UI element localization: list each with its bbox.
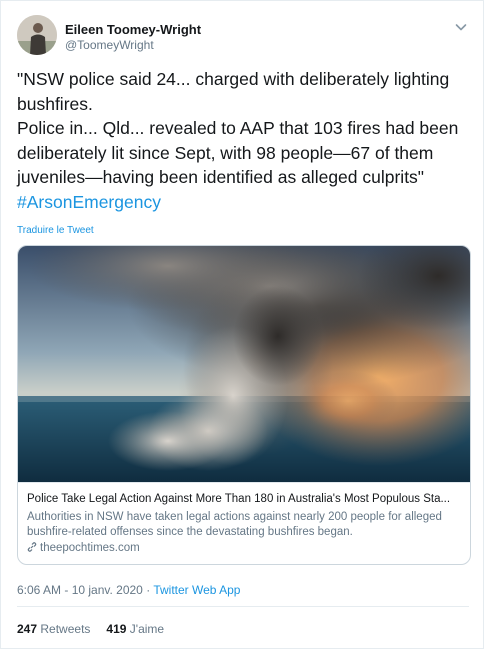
likes-label: J'aime (129, 622, 165, 636)
tweet-text: "NSW police said 24... charged with deli… (17, 67, 475, 214)
card-domain-text[interactable]: theepochtimes.com (40, 542, 140, 554)
link-preview-card[interactable]: Police Take Legal Action Against More Th… (17, 245, 471, 565)
source-app-link[interactable]: Twitter Web App (153, 583, 240, 597)
tweet-text-line: deliberately lit since Sept, with 98 peo… (17, 142, 434, 163)
bushfire-smoke-image[interactable] (18, 246, 470, 482)
author-handle[interactable]: @ToomeyWright (65, 38, 154, 52)
avatar[interactable] (17, 15, 57, 55)
tweet-timestamp: 6:06 AM - 10 janv. 2020 · Twitter Web Ap… (17, 583, 240, 597)
author-name[interactable]: Eileen Toomey-Wright (65, 22, 201, 37)
tweet-text-line: "NSW police said 24... charged with deli… (17, 69, 450, 89)
divider (17, 606, 469, 607)
retweets-stat[interactable]: 247 Retweets (17, 622, 90, 636)
link-icon (27, 542, 37, 552)
chevron-down-icon[interactable] (453, 19, 469, 35)
tweet-card: Eileen Toomey-Wright @ToomeyWright "NSW … (0, 0, 484, 649)
hashtag-link[interactable]: #ArsonEmergency (17, 192, 161, 212)
card-domain[interactable]: theepochtimes.com (27, 542, 140, 554)
retweets-count: 247 (17, 622, 38, 636)
card-description: Authorities in NSW have taken legal acti… (27, 511, 442, 538)
engagement-stats: 247 Retweets 419 J'aime (17, 622, 180, 636)
card-body[interactable]: Police Take Legal Action Against More Th… (18, 482, 470, 554)
timestamp-text[interactable]: 6:06 AM - 10 janv. 2020 · (17, 583, 153, 597)
tweet-text-line: Police in... Qld... revealed to AAP that… (17, 118, 459, 138)
likes-stat[interactable]: 419 J'aime (106, 622, 164, 636)
tweet-text-line: bushfires. (17, 93, 93, 114)
tweet-text-line: juveniles—having been identified as alle… (17, 167, 425, 187)
card-title[interactable]: Police Take Legal Action Against More Th… (27, 493, 463, 505)
translate-tweet-link[interactable]: Traduire le Tweet (17, 225, 94, 236)
likes-count: 419 (106, 622, 127, 636)
retweets-label: Retweets (40, 622, 91, 636)
